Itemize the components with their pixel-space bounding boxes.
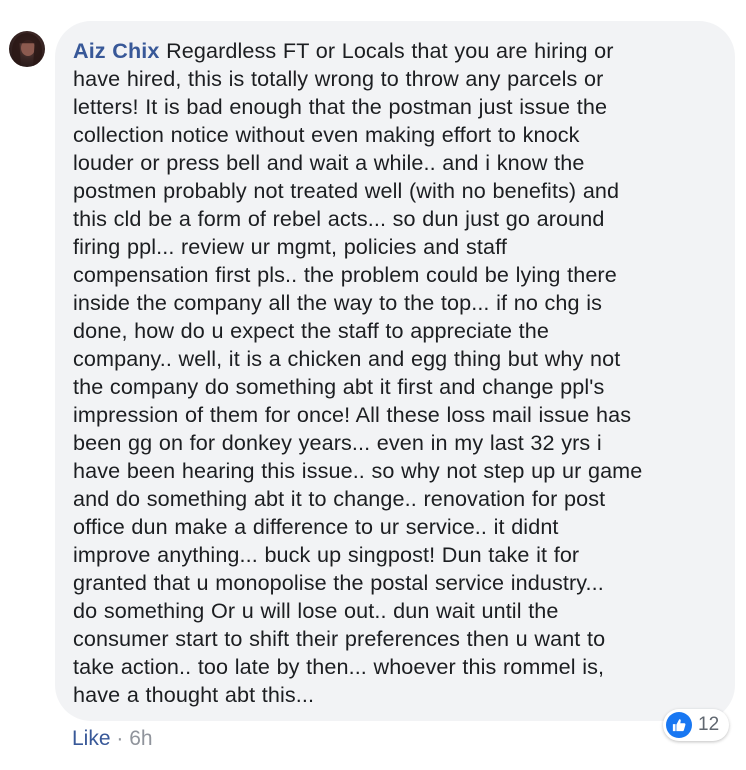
thumbs-up-icon — [666, 712, 692, 738]
separator-dot: · — [116, 727, 124, 750]
comment-line: have been hearing this issue.. so why no… — [73, 458, 643, 483]
comment-line: postmen probably not treated well (with … — [73, 178, 620, 203]
comment-line: have hired, this is totally wrong to thr… — [73, 66, 604, 91]
comment-line: collection notice without even making ef… — [73, 122, 580, 147]
comment-line: the company do something abt it first an… — [73, 374, 605, 399]
reaction-summary[interactable]: 12 — [663, 709, 730, 741]
comment-line: louder or press bell and wait a while.. … — [73, 150, 585, 175]
comment-line: firing ppl... review ur mgmt, policies a… — [73, 234, 507, 259]
comment-actions: Like · 6h — [72, 725, 153, 753]
comment-line: company.. well, it is a chicken and egg … — [73, 346, 621, 371]
comment-line: this cld be a form of rebel acts... so d… — [73, 206, 605, 231]
comment-line: Regardless FT or Locals that you are hir… — [166, 38, 614, 63]
comment-line: improve anything... buck up singpost! Du… — [73, 542, 580, 567]
comment-timestamp[interactable]: 6h — [129, 727, 152, 750]
comment-line: take action.. too late by then... whoeve… — [73, 654, 605, 679]
comment-line: done, how do u expect the staff to appre… — [73, 318, 549, 343]
like-link[interactable]: Like — [72, 727, 111, 750]
comment-line: inside the company all the way to the to… — [73, 290, 603, 315]
comment-line: impression of them for once! All these l… — [73, 402, 632, 427]
comment-author[interactable]: Aiz Chix — [73, 38, 159, 63]
reaction-count: 12 — [698, 714, 720, 735]
avatar[interactable] — [9, 31, 45, 67]
comment-line: granted that u monopolise the postal ser… — [73, 570, 604, 595]
comment-line: do something Or u will lose out.. dun wa… — [73, 598, 559, 623]
comment-text: Aiz Chix Regardless FT or Locals that yo… — [73, 37, 715, 709]
comment-bubble: Aiz Chix Regardless FT or Locals that yo… — [55, 21, 735, 721]
comment-line: compensation first pls.. the problem cou… — [73, 262, 617, 287]
comment-line: consumer start to shift their preference… — [73, 626, 606, 651]
comment-line: letters! It is bad enough that the postm… — [73, 94, 608, 119]
comment-line: and do something abt it to change.. reno… — [73, 486, 606, 511]
comment-line: have a thought abt this... — [73, 682, 315, 707]
comment-line: office dun make a difference to ur servi… — [73, 514, 559, 539]
comment-line: been gg on for donkey years... even in m… — [73, 430, 602, 455]
